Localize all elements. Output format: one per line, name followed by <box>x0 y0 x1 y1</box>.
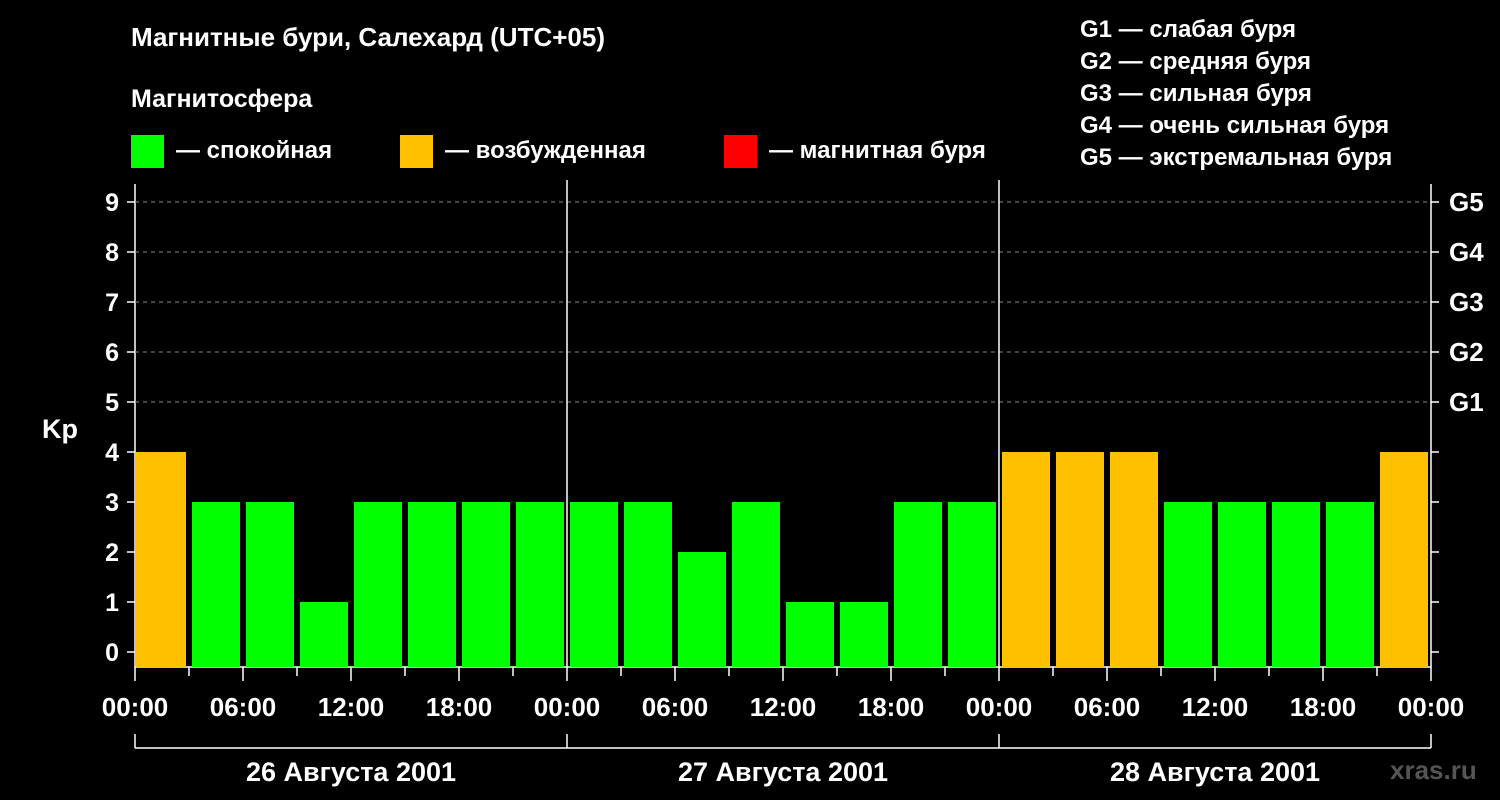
kp-bar <box>1056 452 1104 667</box>
kp-bar <box>1272 502 1320 667</box>
kp-bar <box>570 502 618 667</box>
x-tick-label: 00:00 <box>534 692 601 722</box>
y-axis-label: Kp <box>42 414 78 444</box>
kp-bar <box>1002 452 1050 667</box>
g-scale-label: G1 <box>1449 387 1484 417</box>
y-tick-label: 1 <box>105 589 119 617</box>
kp-bar <box>1218 502 1266 667</box>
y-tick-label: 2 <box>105 539 119 567</box>
kp-bar <box>300 602 348 667</box>
kp-bar <box>136 452 186 667</box>
day-label: 28 Августа 2001 <box>1110 757 1320 787</box>
y-tick-label: 0 <box>105 639 119 667</box>
kp-bar <box>840 602 888 667</box>
kp-bar <box>894 502 942 667</box>
x-tick-label: 00:00 <box>102 692 169 722</box>
kp-bar <box>1164 502 1212 667</box>
y-tick-label: 7 <box>105 289 119 317</box>
kp-chart: 0 1 2 3 4 5 6 7 8 9 G1 G2 G3 G4 G5 Kp 00:00 06:00 12:00 18:… <box>42 180 1484 787</box>
x-tick-label: 06:00 <box>1074 692 1141 722</box>
kp-bar <box>1110 452 1158 667</box>
x-tick-label: 18:00 <box>1290 692 1357 722</box>
kp-bar <box>948 502 996 667</box>
kp-bar <box>462 502 510 667</box>
day-label: 27 Августа 2001 <box>678 757 888 787</box>
kp-bar <box>786 602 834 667</box>
x-tick-label: 18:00 <box>426 692 493 722</box>
x-tick-label: 18:00 <box>858 692 925 722</box>
kp-bar <box>732 502 780 667</box>
y-tick-label: 3 <box>105 489 119 517</box>
kp-bar <box>192 502 240 667</box>
x-tick-label: 00:00 <box>966 692 1033 722</box>
g-scale-label: G2 <box>1449 337 1484 367</box>
kp-bar <box>624 502 672 667</box>
x-tick-label: 00:00 <box>1398 692 1465 722</box>
g-scale-label: G5 <box>1449 187 1484 217</box>
day-label: 26 Августа 2001 <box>246 757 456 787</box>
g-scale-label: G4 <box>1449 237 1484 267</box>
x-tick-label: 12:00 <box>1182 692 1249 722</box>
y-tick-label: 9 <box>105 189 119 217</box>
x-tick-label: 06:00 <box>210 692 277 722</box>
kp-bar <box>1326 502 1374 667</box>
y-tick-label: 4 <box>105 439 119 467</box>
kp-bar <box>246 502 294 667</box>
x-tick-label: 12:00 <box>750 692 817 722</box>
kp-bar <box>408 502 456 667</box>
y-tick-label: 5 <box>105 389 119 417</box>
kp-bar <box>1380 452 1428 667</box>
kp-bar <box>354 502 402 667</box>
watermark: xras.ru <box>1390 755 1477 785</box>
kp-bar <box>516 502 564 667</box>
g-scale-label: G3 <box>1449 287 1484 317</box>
y-tick-label: 6 <box>105 339 119 367</box>
y-tick-label: 8 <box>105 239 119 267</box>
x-tick-label: 06:00 <box>642 692 709 722</box>
x-tick-label: 12:00 <box>318 692 385 722</box>
kp-bar <box>678 552 726 667</box>
